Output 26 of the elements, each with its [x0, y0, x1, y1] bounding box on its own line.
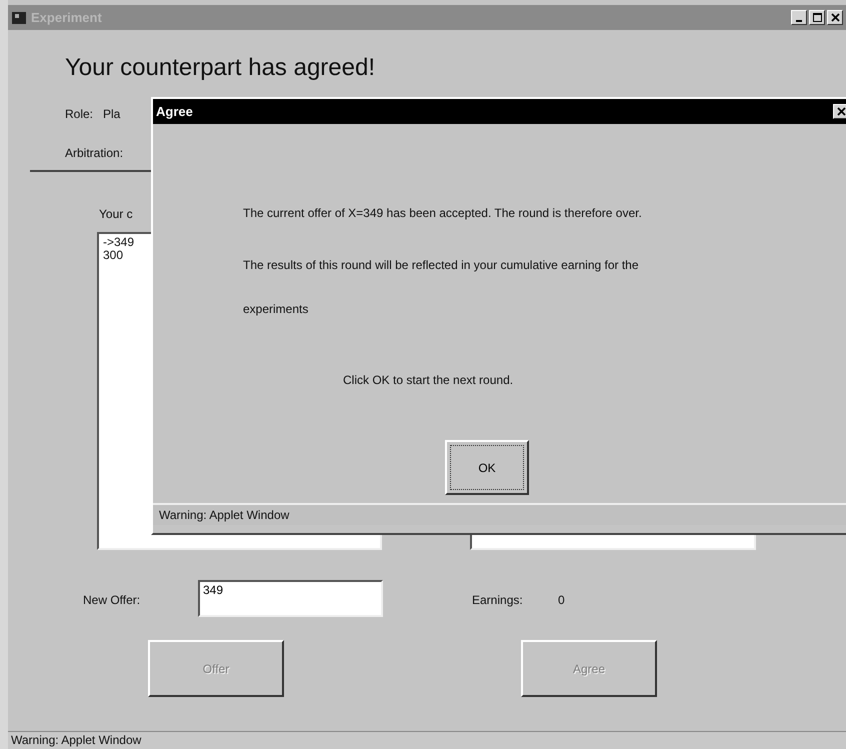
minimize-icon [796, 20, 802, 22]
ok-button[interactable]: OK [445, 440, 529, 495]
maximize-button[interactable] [809, 10, 825, 25]
heading: Your counterpart has agreed! [65, 54, 375, 82]
close-button[interactable] [827, 10, 843, 25]
status-bar: Warning: Applet Window [8, 731, 846, 749]
new-offer-label: New Offer: [83, 593, 140, 607]
close-button[interactable] [833, 104, 846, 119]
dialog-message: Click OK to start the next round. [343, 373, 514, 387]
arbitration-label: Arbitration: [65, 146, 124, 160]
role-value: Pla [103, 107, 120, 121]
role-label: Role: [65, 107, 94, 121]
dialog-status-bar: Warning: Applet Window [153, 503, 846, 525]
app-icon [11, 10, 27, 26]
close-icon [830, 13, 840, 22]
close-icon [836, 107, 846, 116]
earnings-label: Earnings: [472, 593, 523, 607]
dialog-message: experiments [243, 302, 308, 316]
maximize-icon [812, 13, 822, 22]
new-offer-field[interactable]: 349 [198, 580, 383, 617]
dialog-message: The results of this round will be reflected in your cumulative earning for the [243, 258, 639, 272]
offers-label: Your c [99, 207, 133, 221]
minimize-button[interactable] [791, 10, 807, 25]
window-title: Agree [156, 104, 193, 119]
dialog-message: The current offer of X=349 has been accepted. The round is therefore over. [243, 206, 642, 220]
earnings-value: 0 [558, 593, 565, 607]
